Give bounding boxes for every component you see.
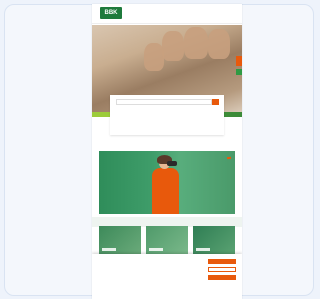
teaser-card[interactable] — [99, 226, 141, 254]
cookie-links — [99, 295, 126, 297]
brand-logo[interactable]: BBK — [100, 7, 122, 19]
service-box — [110, 95, 224, 135]
teaser-card-button[interactable] — [196, 248, 210, 251]
promo-badge — [226, 156, 232, 160]
cookie-text — [99, 257, 195, 291]
teaser-card[interactable] — [193, 226, 235, 254]
cookie-banner — [92, 254, 242, 299]
hero-image-fist — [184, 27, 208, 59]
website-preview: BBK — [92, 4, 242, 299]
promo-banner[interactable] — [99, 151, 235, 214]
hero-image-fist — [208, 29, 230, 59]
promo-image-person — [151, 153, 179, 214]
teaser-card-button[interactable] — [149, 248, 163, 251]
cookie-settings-button[interactable] — [208, 267, 236, 272]
cookie-necessary-button[interactable] — [208, 275, 236, 280]
teaser-card-button[interactable] — [102, 248, 116, 251]
teaser-cards — [99, 226, 235, 254]
site-header: BBK — [92, 4, 242, 24]
search-input[interactable] — [116, 99, 212, 105]
side-tab-orange[interactable] — [236, 56, 242, 66]
hero-image-fist — [144, 43, 164, 71]
search-button[interactable] — [212, 99, 219, 105]
cookie-accept-all-button[interactable] — [208, 259, 236, 264]
hero-image-fist — [162, 31, 184, 61]
teaser-card[interactable] — [146, 226, 188, 254]
binoculars-icon — [167, 161, 177, 166]
side-tab-green[interactable] — [236, 69, 242, 75]
